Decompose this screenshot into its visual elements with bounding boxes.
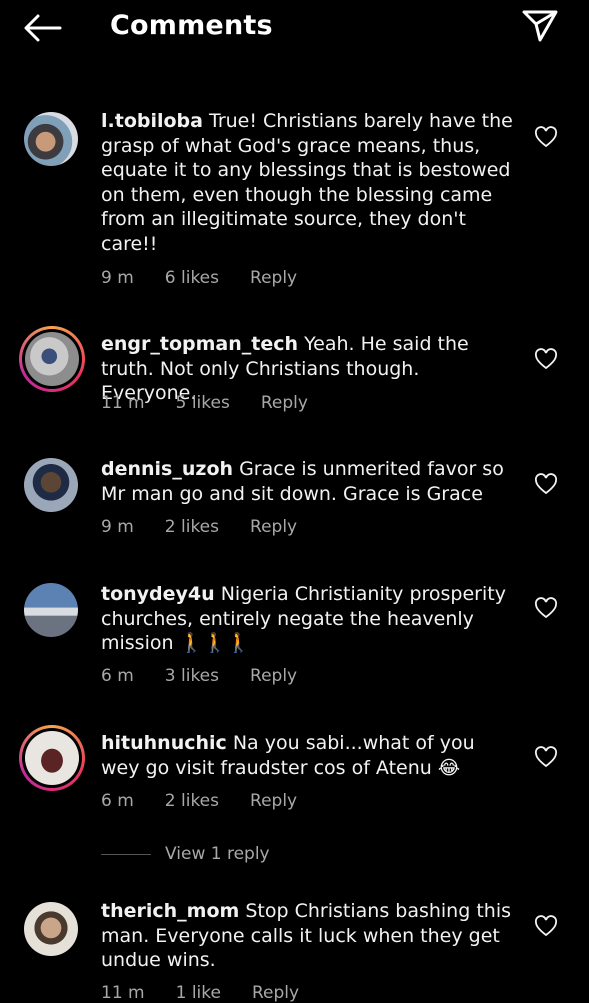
avatar[interactable] [19,725,85,791]
comment-username[interactable]: tonydey4u [101,583,215,605]
heart-icon[interactable] [534,473,558,495]
reply-divider [101,853,151,855]
comment-likes[interactable]: 2 likes [165,791,219,811]
comment-time: 11 m [101,393,145,413]
comment-time: 11 m [101,983,145,1003]
heart-icon[interactable] [534,597,558,619]
comment-text: tonydey4u Nigeria Christianity prosperit… [101,582,513,656]
comment-meta: 9 m 2 likes Reply [101,517,328,537]
heart-icon[interactable] [534,746,558,768]
comment-text: dennis_uzoh Grace is unmerited favor so … [101,457,513,506]
arrow-left-icon[interactable] [22,12,62,44]
comment-likes[interactable]: 6 likes [165,268,219,288]
comment-likes[interactable]: 2 likes [165,517,219,537]
reply-button[interactable]: Reply [250,666,297,686]
top-bar: Comments [0,0,589,56]
comment-likes[interactable]: 3 likes [165,666,219,686]
avatar[interactable] [22,456,80,514]
heart-icon[interactable] [534,915,558,937]
comment-username[interactable]: engr_topman_tech [101,333,298,355]
avatar[interactable] [22,110,80,168]
comment-likes[interactable]: 5 likes [176,393,230,413]
comment-meta: 9 m 6 likes Reply [101,268,328,288]
comment-time: 6 m [101,666,134,686]
reply-button[interactable]: Reply [250,517,297,537]
comment-meta: 6 m 3 likes Reply [101,666,328,686]
heart-icon[interactable] [534,348,558,370]
avatar[interactable] [22,900,80,958]
comment-username[interactable]: l.tobiloba [101,110,203,132]
comment-meta: 6 m 2 likes Reply [101,791,328,811]
comment-time: 9 m [101,268,134,288]
comment-time: 6 m [101,791,134,811]
comment-username[interactable]: dennis_uzoh [101,458,233,480]
page-title: Comments [110,10,273,41]
reply-button[interactable]: Reply [250,268,297,288]
comment-likes[interactable]: 1 like [176,983,221,1003]
avatar[interactable] [19,326,85,392]
comment-time: 9 m [101,517,134,537]
reply-button[interactable]: Reply [250,791,297,811]
view-replies-label: View 1 reply [165,844,270,864]
comment-text: l.tobiloba True! Christians barely have … [101,109,513,257]
comment-username[interactable]: hituhnuchic [101,732,227,754]
comment-text: hituhnuchic Na you sabi...what of you we… [101,731,513,780]
view-replies-button[interactable]: View 1 reply [101,844,270,864]
reply-button[interactable]: Reply [261,393,308,413]
comment-username[interactable]: therich_mom [101,900,239,922]
paper-plane-icon[interactable] [520,8,560,44]
heart-icon[interactable] [534,126,558,148]
comment-meta: 11 m 1 like Reply [101,983,330,1003]
avatar[interactable] [22,581,80,639]
comment-meta: 11 m 5 likes Reply [101,393,339,413]
comment-text: therich_mom Stop Christians bashing this… [101,899,513,973]
reply-button[interactable]: Reply [252,983,299,1003]
